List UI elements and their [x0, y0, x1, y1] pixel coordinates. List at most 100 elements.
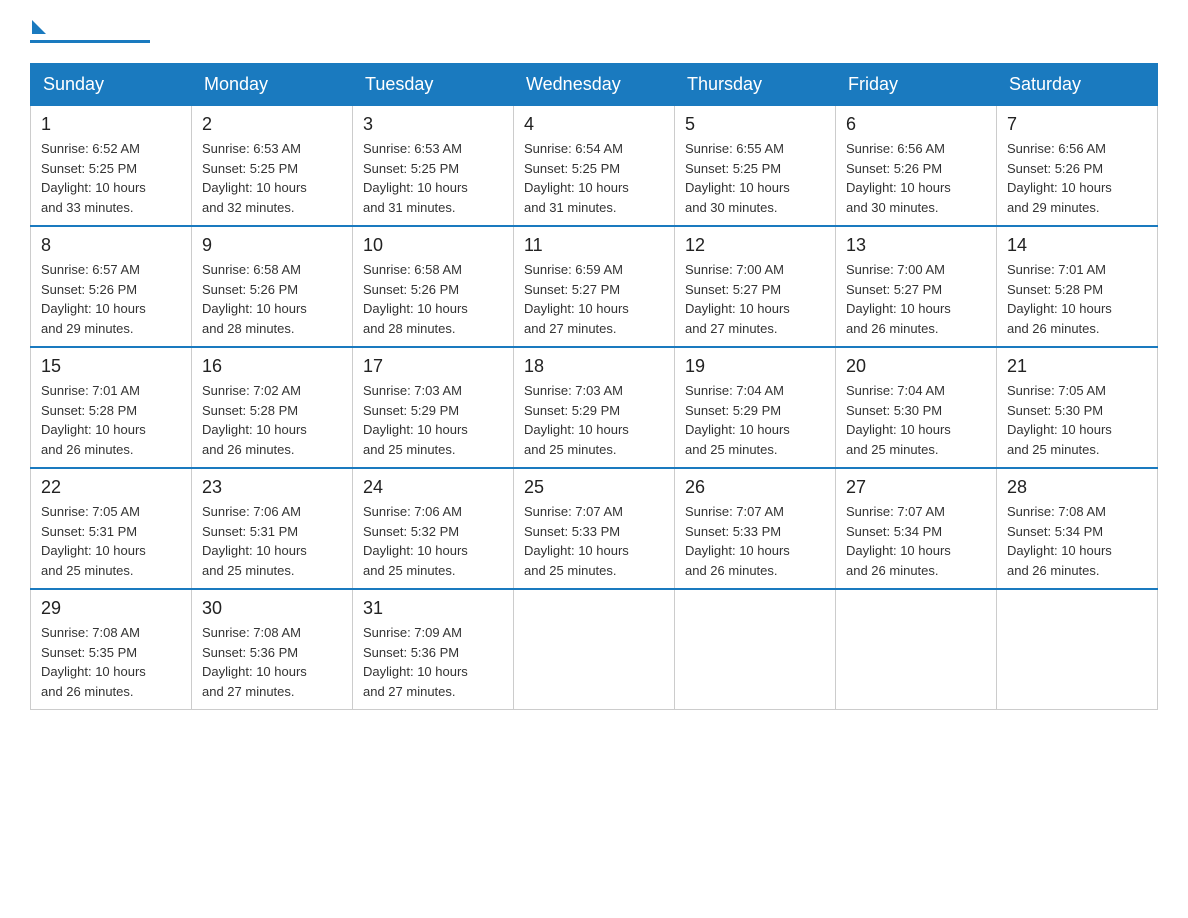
day-info: Sunrise: 7:01 AMSunset: 5:28 PMDaylight:… [41, 381, 181, 459]
calendar-cell [675, 589, 836, 710]
calendar-cell: 23 Sunrise: 7:06 AMSunset: 5:31 PMDayligh… [192, 468, 353, 589]
day-number: 8 [41, 235, 181, 256]
day-info: Sunrise: 6:56 AMSunset: 5:26 PMDaylight:… [846, 139, 986, 217]
day-number: 18 [524, 356, 664, 377]
day-number: 10 [363, 235, 503, 256]
calendar-cell: 5 Sunrise: 6:55 AMSunset: 5:25 PMDaylight… [675, 106, 836, 227]
calendar-cell: 21Sunrise: 7:05 AMSunset: 5:30 PMDayligh… [997, 347, 1158, 468]
day-number: 3 [363, 114, 503, 135]
calendar-week-row: 22 Sunrise: 7:05 AMSunset: 5:31 PMDayligh… [31, 468, 1158, 589]
calendar-cell: 19 Sunrise: 7:04 AMSunset: 5:29 PMDayligh… [675, 347, 836, 468]
day-info: Sunrise: 6:58 AMSunset: 5:26 PMDaylight:… [363, 260, 503, 338]
logo-triangle-icon [32, 20, 46, 34]
day-number: 23 [202, 477, 342, 498]
calendar-cell: 28 Sunrise: 7:08 AMSunset: 5:34 PMDayligh… [997, 468, 1158, 589]
column-header-friday: Friday [836, 64, 997, 106]
calendar-cell: 9Sunrise: 6:58 AMSunset: 5:26 PMDaylight… [192, 226, 353, 347]
day-number: 26 [685, 477, 825, 498]
column-header-saturday: Saturday [997, 64, 1158, 106]
day-number: 14 [1007, 235, 1147, 256]
day-info: Sunrise: 6:55 AMSunset: 5:25 PMDaylight:… [685, 139, 825, 217]
day-info: Sunrise: 7:06 AMSunset: 5:32 PMDaylight:… [363, 502, 503, 580]
column-header-monday: Monday [192, 64, 353, 106]
day-info: Sunrise: 7:00 AMSunset: 5:27 PMDaylight:… [685, 260, 825, 338]
page-header [30, 20, 1158, 43]
day-info: Sunrise: 7:03 AMSunset: 5:29 PMDaylight:… [363, 381, 503, 459]
day-number: 5 [685, 114, 825, 135]
day-number: 13 [846, 235, 986, 256]
day-info: Sunrise: 7:00 AMSunset: 5:27 PMDaylight:… [846, 260, 986, 338]
day-number: 30 [202, 598, 342, 619]
day-number: 28 [1007, 477, 1147, 498]
calendar-cell: 2Sunrise: 6:53 AMSunset: 5:25 PMDaylight… [192, 106, 353, 227]
day-number: 9 [202, 235, 342, 256]
day-number: 19 [685, 356, 825, 377]
day-number: 29 [41, 598, 181, 619]
day-number: 1 [41, 114, 181, 135]
day-info: Sunrise: 7:08 AMSunset: 5:34 PMDaylight:… [1007, 502, 1147, 580]
day-info: Sunrise: 7:01 AMSunset: 5:28 PMDaylight:… [1007, 260, 1147, 338]
logo-underline-bar [30, 40, 150, 43]
day-info: Sunrise: 7:07 AMSunset: 5:34 PMDaylight:… [846, 502, 986, 580]
calendar-cell: 17 Sunrise: 7:03 AMSunset: 5:29 PMDayligh… [353, 347, 514, 468]
calendar-cell: 11 Sunrise: 6:59 AMSunset: 5:27 PMDayligh… [514, 226, 675, 347]
calendar-week-row: 29 Sunrise: 7:08 AMSunset: 5:35 PMDayligh… [31, 589, 1158, 710]
day-number: 6 [846, 114, 986, 135]
calendar-cell [836, 589, 997, 710]
day-number: 31 [363, 598, 503, 619]
day-info: Sunrise: 7:05 AMSunset: 5:31 PMDaylight:… [41, 502, 181, 580]
day-number: 24 [363, 477, 503, 498]
day-info: Sunrise: 7:04 AMSunset: 5:30 PMDaylight:… [846, 381, 986, 459]
day-number: 25 [524, 477, 664, 498]
day-number: 22 [41, 477, 181, 498]
calendar-cell: 29 Sunrise: 7:08 AMSunset: 5:35 PMDayligh… [31, 589, 192, 710]
calendar-cell: 1Sunrise: 6:52 AMSunset: 5:25 PMDaylight… [31, 106, 192, 227]
day-info: Sunrise: 6:57 AMSunset: 5:26 PMDaylight:… [41, 260, 181, 338]
day-number: 17 [363, 356, 503, 377]
calendar-cell [997, 589, 1158, 710]
day-info: Sunrise: 6:54 AMSunset: 5:25 PMDaylight:… [524, 139, 664, 217]
calendar-week-row: 15 Sunrise: 7:01 AMSunset: 5:28 PMDayligh… [31, 347, 1158, 468]
day-number: 7 [1007, 114, 1147, 135]
day-number: 16 [202, 356, 342, 377]
column-header-sunday: Sunday [31, 64, 192, 106]
calendar-cell: 27Sunrise: 7:07 AMSunset: 5:34 PMDayligh… [836, 468, 997, 589]
day-info: Sunrise: 6:53 AMSunset: 5:25 PMDaylight:… [202, 139, 342, 217]
column-header-thursday: Thursday [675, 64, 836, 106]
day-info: Sunrise: 7:07 AMSunset: 5:33 PMDaylight:… [685, 502, 825, 580]
calendar-cell: 3Sunrise: 6:53 AMSunset: 5:25 PMDaylight… [353, 106, 514, 227]
calendar-table: SundayMondayTuesdayWednesdayThursdayFrid… [30, 63, 1158, 710]
day-number: 12 [685, 235, 825, 256]
day-number: 4 [524, 114, 664, 135]
calendar-cell: 30 Sunrise: 7:08 AMSunset: 5:36 PMDayligh… [192, 589, 353, 710]
calendar-cell: 12 Sunrise: 7:00 AMSunset: 5:27 PMDayligh… [675, 226, 836, 347]
calendar-cell: 22 Sunrise: 7:05 AMSunset: 5:31 PMDayligh… [31, 468, 192, 589]
calendar-cell: 16Sunrise: 7:02 AMSunset: 5:28 PMDayligh… [192, 347, 353, 468]
calendar-cell: 25Sunrise: 7:07 AMSunset: 5:33 PMDayligh… [514, 468, 675, 589]
day-info: Sunrise: 7:08 AMSunset: 5:36 PMDaylight:… [202, 623, 342, 701]
calendar-cell: 14 Sunrise: 7:01 AMSunset: 5:28 PMDayligh… [997, 226, 1158, 347]
calendar-cell: 18 Sunrise: 7:03 AMSunset: 5:29 PMDayligh… [514, 347, 675, 468]
calendar-cell: 6 Sunrise: 6:56 AMSunset: 5:26 PMDaylight… [836, 106, 997, 227]
day-info: Sunrise: 6:56 AMSunset: 5:26 PMDaylight:… [1007, 139, 1147, 217]
logo [30, 20, 150, 43]
day-info: Sunrise: 7:05 AMSunset: 5:30 PMDaylight:… [1007, 381, 1147, 459]
day-info: Sunrise: 6:59 AMSunset: 5:27 PMDaylight:… [524, 260, 664, 338]
day-info: Sunrise: 7:06 AMSunset: 5:31 PMDaylight:… [202, 502, 342, 580]
calendar-cell: 10 Sunrise: 6:58 AMSunset: 5:26 PMDayligh… [353, 226, 514, 347]
day-info: Sunrise: 7:04 AMSunset: 5:29 PMDaylight:… [685, 381, 825, 459]
column-header-wednesday: Wednesday [514, 64, 675, 106]
day-info: Sunrise: 7:08 AMSunset: 5:35 PMDaylight:… [41, 623, 181, 701]
calendar-cell: 13 Sunrise: 7:00 AMSunset: 5:27 PMDayligh… [836, 226, 997, 347]
day-info: Sunrise: 7:09 AMSunset: 5:36 PMDaylight:… [363, 623, 503, 701]
calendar-cell: 7 Sunrise: 6:56 AMSunset: 5:26 PMDaylight… [997, 106, 1158, 227]
calendar-week-row: 1Sunrise: 6:52 AMSunset: 5:25 PMDaylight… [31, 106, 1158, 227]
day-number: 15 [41, 356, 181, 377]
calendar-cell [514, 589, 675, 710]
logo-underline [30, 40, 150, 43]
calendar-cell: 15 Sunrise: 7:01 AMSunset: 5:28 PMDayligh… [31, 347, 192, 468]
day-number: 11 [524, 235, 664, 256]
day-info: Sunrise: 7:03 AMSunset: 5:29 PMDaylight:… [524, 381, 664, 459]
logo-blue-part [30, 20, 46, 38]
calendar-header-row: SundayMondayTuesdayWednesdayThursdayFrid… [31, 64, 1158, 106]
